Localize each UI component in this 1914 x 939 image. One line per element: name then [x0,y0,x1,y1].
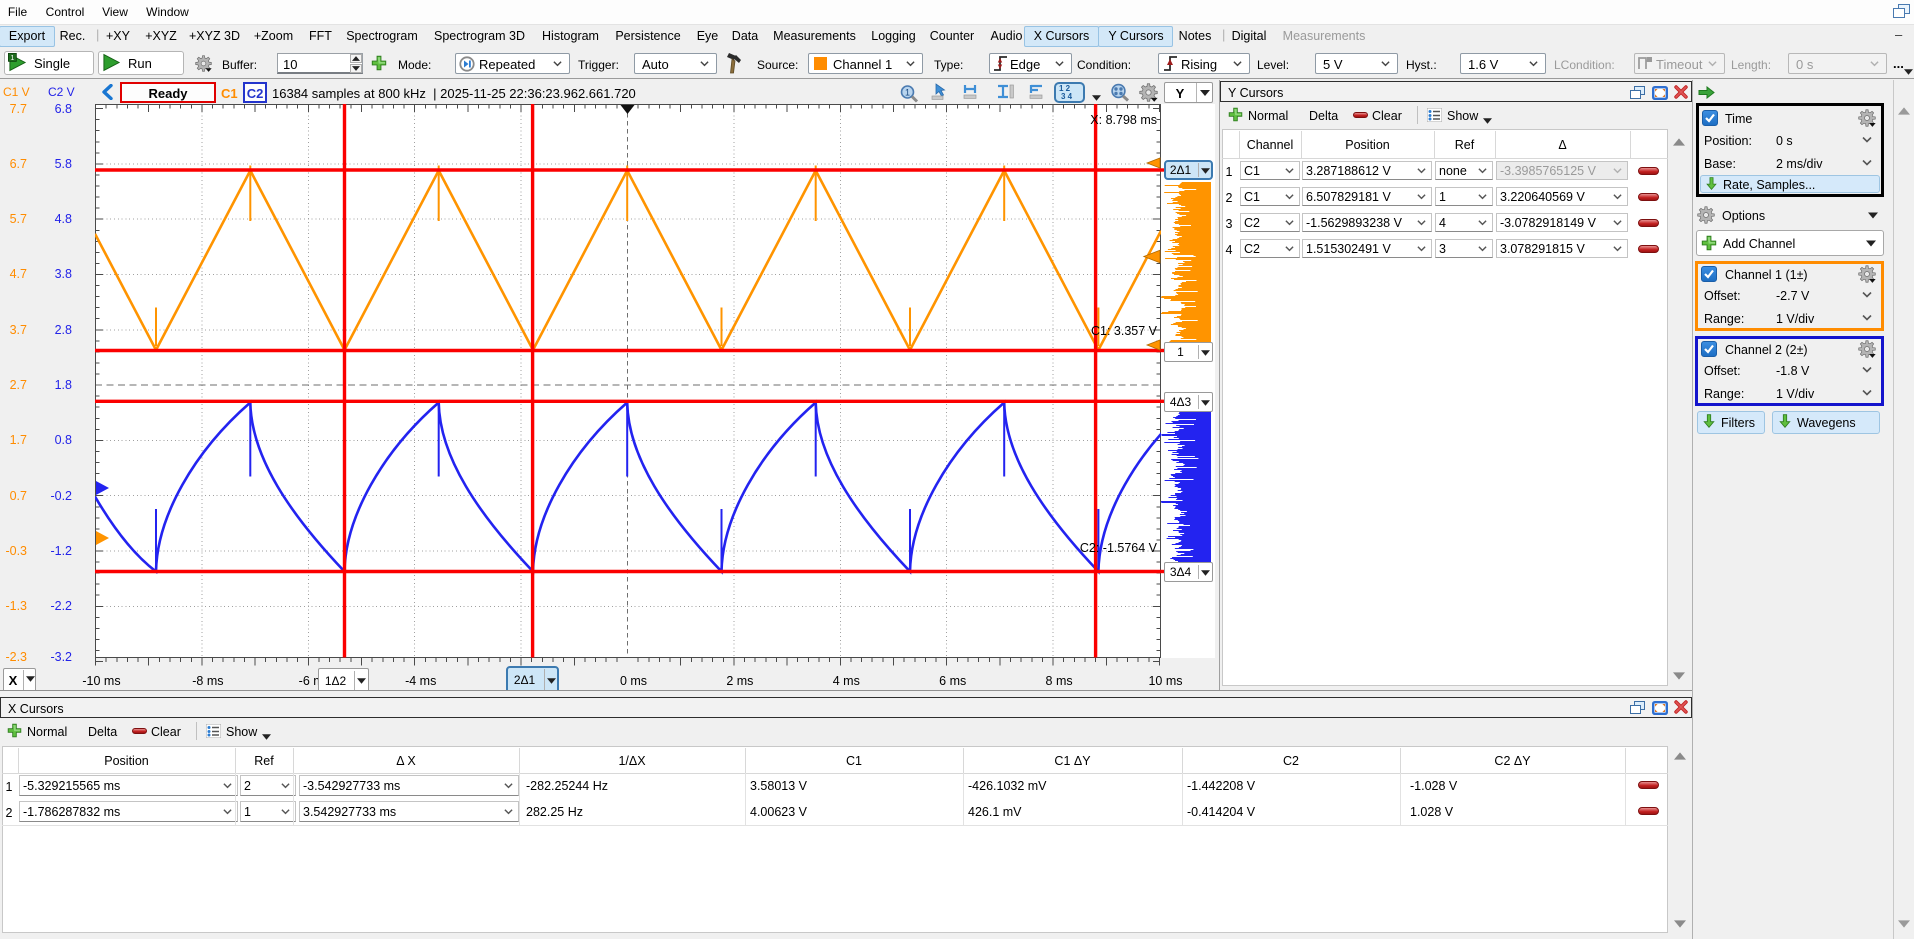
svg-text:C2: -1.5764 V: C2: -1.5764 V [1080,541,1158,555]
svg-text:1: 1 [905,88,910,98]
svg-text:C1: 3.357 V: C1: 3.357 V [1091,324,1158,338]
svg-text:1: 1 [10,53,14,62]
svg-text:X: 8.798 ms: X: 8.798 ms [1090,113,1157,127]
